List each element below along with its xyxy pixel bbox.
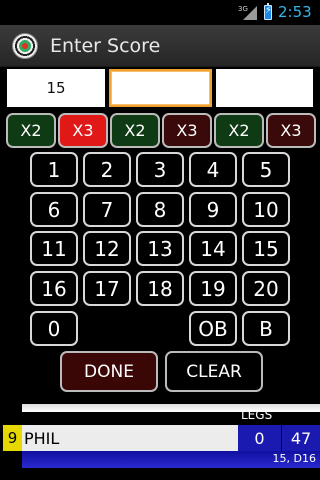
key-6[interactable]: 6 xyxy=(30,192,78,227)
dart1-triple-button[interactable]: X3 xyxy=(58,113,108,148)
key-15[interactable]: 15 xyxy=(242,231,290,266)
dart2-field[interactable] xyxy=(109,69,212,107)
charging-bolt-icon: ⚡ xyxy=(265,5,273,16)
page-title: Enter Score xyxy=(50,35,161,57)
key-9[interactable]: 9 xyxy=(189,192,237,227)
dart3-field[interactable] xyxy=(216,69,313,107)
bull-button[interactable]: B xyxy=(242,311,290,346)
key-18[interactable]: 18 xyxy=(136,271,184,306)
key-10[interactable]: 10 xyxy=(242,192,290,227)
clear-button[interactable]: CLEAR xyxy=(165,351,263,392)
key-19[interactable]: 19 xyxy=(189,271,237,306)
key-11[interactable]: 11 xyxy=(30,231,78,266)
key-17[interactable]: 17 xyxy=(83,271,131,306)
key-8[interactable]: 8 xyxy=(136,192,184,227)
dart2-double-button[interactable]: X2 xyxy=(110,113,160,148)
dart3-double-button[interactable]: X2 xyxy=(214,113,264,148)
dart2-triple-button[interactable]: X3 xyxy=(162,113,212,148)
dart3-triple-button[interactable]: X3 xyxy=(266,113,316,148)
key-13[interactable]: 13 xyxy=(136,231,184,266)
dart1-field[interactable]: 15 xyxy=(7,69,105,107)
action-bar: Enter Score xyxy=(0,25,320,67)
dartboard-icon[interactable] xyxy=(12,33,38,59)
player-legs: 0 xyxy=(238,425,281,451)
key-1[interactable]: 1 xyxy=(30,152,78,187)
key-16[interactable]: 16 xyxy=(30,271,78,306)
player-seat-number: 9 xyxy=(3,425,22,451)
scoreboard-divider xyxy=(22,404,320,412)
key-5[interactable]: 5 xyxy=(242,152,290,187)
clock: 2:53 xyxy=(278,3,312,21)
key-14[interactable]: 14 xyxy=(189,231,237,266)
key-0[interactable]: 0 xyxy=(30,311,78,346)
key-3[interactable]: 3 xyxy=(136,152,184,187)
key-7[interactable]: 7 xyxy=(83,192,131,227)
status-bar: 3G ⚡ 2:53 xyxy=(0,0,320,25)
checkout-bar: 15, D16 xyxy=(22,451,320,468)
legs-header: LEGS xyxy=(241,408,273,422)
dart1-double-button[interactable]: X2 xyxy=(6,113,56,148)
key-2[interactable]: 2 xyxy=(83,152,131,187)
player-name: PHIL xyxy=(22,425,238,451)
done-button[interactable]: DONE xyxy=(60,351,158,392)
dart-scores: 15 xyxy=(0,67,320,109)
signal-icon xyxy=(243,6,257,20)
key-4[interactable]: 4 xyxy=(189,152,237,187)
player-remaining-score: 47 xyxy=(282,425,320,451)
outer-bull-button[interactable]: OB xyxy=(189,311,237,346)
key-12[interactable]: 12 xyxy=(83,231,131,266)
checkout-hint: 15, D16 xyxy=(272,452,316,465)
player-row: 9 PHIL 0 47 xyxy=(0,425,320,451)
key-20[interactable]: 20 xyxy=(242,271,290,306)
